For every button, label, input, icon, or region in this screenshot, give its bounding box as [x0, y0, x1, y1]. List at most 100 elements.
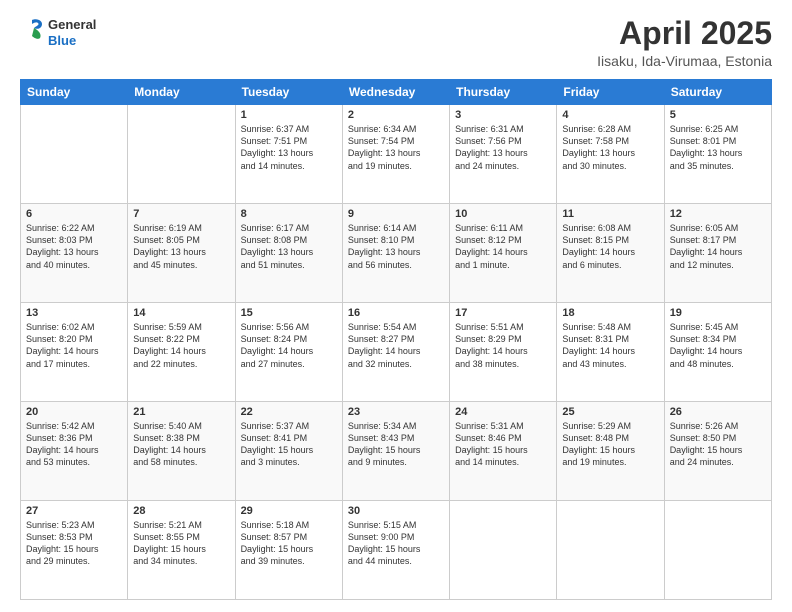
day-info: Sunrise: 5:40 AM Sunset: 8:38 PM Dayligh…	[133, 420, 229, 469]
title-area: April 2025 Iisaku, Ida-Virumaa, Estonia	[597, 16, 772, 69]
day-number: 25	[562, 406, 658, 418]
header-friday: Friday	[557, 80, 664, 105]
day-number: 21	[133, 406, 229, 418]
day-number: 16	[348, 307, 444, 319]
day-info: Sunrise: 5:48 AM Sunset: 8:31 PM Dayligh…	[562, 321, 658, 370]
day-info: Sunrise: 5:18 AM Sunset: 8:57 PM Dayligh…	[241, 519, 337, 568]
day-number: 26	[670, 406, 766, 418]
calendar-cell	[128, 105, 235, 204]
header-monday: Monday	[128, 80, 235, 105]
calendar-cell	[664, 501, 771, 600]
calendar-cell: 26 Sunrise: 5:26 AM Sunset: 8:50 PM Dayli…	[664, 402, 771, 501]
day-number: 7	[133, 208, 229, 220]
day-info: Sunrise: 5:42 AM Sunset: 8:36 PM Dayligh…	[26, 420, 122, 469]
logo-bird-icon	[20, 16, 44, 44]
calendar-cell: 20 Sunrise: 5:42 AM Sunset: 8:36 PM Dayli…	[21, 402, 128, 501]
day-number: 2	[348, 109, 444, 121]
location-subtitle: Iisaku, Ida-Virumaa, Estonia	[597, 53, 772, 69]
day-info: Sunrise: 5:26 AM Sunset: 8:50 PM Dayligh…	[670, 420, 766, 469]
header-saturday: Saturday	[664, 80, 771, 105]
day-number: 27	[26, 505, 122, 517]
calendar-cell: 7 Sunrise: 6:19 AM Sunset: 8:05 PM Daylig…	[128, 204, 235, 303]
calendar-cell: 10 Sunrise: 6:11 AM Sunset: 8:12 PM Dayli…	[450, 204, 557, 303]
calendar-cell: 21 Sunrise: 5:40 AM Sunset: 8:38 PM Dayli…	[128, 402, 235, 501]
calendar-cell: 23 Sunrise: 5:34 AM Sunset: 8:43 PM Dayli…	[342, 402, 449, 501]
calendar-cell: 5Sunrise: 6:25 AM Sunset: 8:01 PM Daylig…	[664, 105, 771, 204]
calendar-cell: 19 Sunrise: 5:45 AM Sunset: 8:34 PM Dayli…	[664, 303, 771, 402]
day-info: Sunrise: 6:22 AM Sunset: 8:03 PM Dayligh…	[26, 222, 122, 271]
calendar-week-row: 6 Sunrise: 6:22 AM Sunset: 8:03 PM Daylig…	[21, 204, 772, 303]
calendar-cell: 6 Sunrise: 6:22 AM Sunset: 8:03 PM Daylig…	[21, 204, 128, 303]
day-info: Sunrise: 5:23 AM Sunset: 8:53 PM Dayligh…	[26, 519, 122, 568]
day-number: 4	[562, 109, 658, 121]
day-number: 19	[670, 307, 766, 319]
day-info: Sunrise: 6:34 AM Sunset: 7:54 PM Dayligh…	[348, 123, 444, 172]
calendar-body: 1Sunrise: 6:37 AM Sunset: 7:51 PM Daylig…	[21, 105, 772, 600]
day-info: Sunrise: 5:29 AM Sunset: 8:48 PM Dayligh…	[562, 420, 658, 469]
calendar-cell: 27 Sunrise: 5:23 AM Sunset: 8:53 PM Dayli…	[21, 501, 128, 600]
day-number: 11	[562, 208, 658, 220]
calendar-cell: 1Sunrise: 6:37 AM Sunset: 7:51 PM Daylig…	[235, 105, 342, 204]
logo: General Blue	[20, 16, 96, 49]
calendar-cell: 14 Sunrise: 5:59 AM Sunset: 8:22 PM Dayli…	[128, 303, 235, 402]
day-number: 23	[348, 406, 444, 418]
day-info: Sunrise: 5:34 AM Sunset: 8:43 PM Dayligh…	[348, 420, 444, 469]
day-info: Sunrise: 5:37 AM Sunset: 8:41 PM Dayligh…	[241, 420, 337, 469]
calendar-cell: 13Sunrise: 6:02 AM Sunset: 8:20 PM Dayli…	[21, 303, 128, 402]
day-info: Sunrise: 5:31 AM Sunset: 8:46 PM Dayligh…	[455, 420, 551, 469]
calendar-table: Sunday Monday Tuesday Wednesday Thursday…	[20, 79, 772, 600]
day-info: Sunrise: 5:56 AM Sunset: 8:24 PM Dayligh…	[241, 321, 337, 370]
calendar-cell: 11Sunrise: 6:08 AM Sunset: 8:15 PM Dayli…	[557, 204, 664, 303]
day-info: Sunrise: 6:17 AM Sunset: 8:08 PM Dayligh…	[241, 222, 337, 271]
day-number: 30	[348, 505, 444, 517]
day-info: Sunrise: 6:28 AM Sunset: 7:58 PM Dayligh…	[562, 123, 658, 172]
day-number: 8	[241, 208, 337, 220]
logo-text-general: General	[48, 17, 96, 33]
calendar-week-row: 27 Sunrise: 5:23 AM Sunset: 8:53 PM Dayli…	[21, 501, 772, 600]
calendar-cell: 15Sunrise: 5:56 AM Sunset: 8:24 PM Dayli…	[235, 303, 342, 402]
calendar-cell: 8 Sunrise: 6:17 AM Sunset: 8:08 PM Daylig…	[235, 204, 342, 303]
day-number: 3	[455, 109, 551, 121]
calendar-cell: 22 Sunrise: 5:37 AM Sunset: 8:41 PM Dayli…	[235, 402, 342, 501]
calendar-cell: 12Sunrise: 6:05 AM Sunset: 8:17 PM Dayli…	[664, 204, 771, 303]
day-number: 24	[455, 406, 551, 418]
day-info: Sunrise: 5:45 AM Sunset: 8:34 PM Dayligh…	[670, 321, 766, 370]
day-info: Sunrise: 6:11 AM Sunset: 8:12 PM Dayligh…	[455, 222, 551, 271]
calendar-cell	[21, 105, 128, 204]
day-info: Sunrise: 6:31 AM Sunset: 7:56 PM Dayligh…	[455, 123, 551, 172]
logo-text-blue: Blue	[48, 33, 96, 49]
day-number: 1	[241, 109, 337, 121]
day-number: 22	[241, 406, 337, 418]
calendar-cell: 18Sunrise: 5:48 AM Sunset: 8:31 PM Dayli…	[557, 303, 664, 402]
day-info: Sunrise: 5:59 AM Sunset: 8:22 PM Dayligh…	[133, 321, 229, 370]
calendar-cell: 17Sunrise: 5:51 AM Sunset: 8:29 PM Dayli…	[450, 303, 557, 402]
day-info: Sunrise: 5:15 AM Sunset: 9:00 PM Dayligh…	[348, 519, 444, 568]
header-tuesday: Tuesday	[235, 80, 342, 105]
calendar-cell: 24 Sunrise: 5:31 AM Sunset: 8:46 PM Dayli…	[450, 402, 557, 501]
calendar-cell: 30 Sunrise: 5:15 AM Sunset: 9:00 PM Dayli…	[342, 501, 449, 600]
day-info: Sunrise: 5:21 AM Sunset: 8:55 PM Dayligh…	[133, 519, 229, 568]
day-number: 10	[455, 208, 551, 220]
header-thursday: Thursday	[450, 80, 557, 105]
calendar-cell: 25 Sunrise: 5:29 AM Sunset: 8:48 PM Dayli…	[557, 402, 664, 501]
day-info: Sunrise: 6:02 AM Sunset: 8:20 PM Dayligh…	[26, 321, 122, 370]
day-info: Sunrise: 6:05 AM Sunset: 8:17 PM Dayligh…	[670, 222, 766, 271]
header-sunday: Sunday	[21, 80, 128, 105]
calendar-cell: 16Sunrise: 5:54 AM Sunset: 8:27 PM Dayli…	[342, 303, 449, 402]
day-info: Sunrise: 6:19 AM Sunset: 8:05 PM Dayligh…	[133, 222, 229, 271]
weekday-header-row: Sunday Monday Tuesday Wednesday Thursday…	[21, 80, 772, 105]
calendar-week-row: 13Sunrise: 6:02 AM Sunset: 8:20 PM Dayli…	[21, 303, 772, 402]
day-number: 9	[348, 208, 444, 220]
day-info: Sunrise: 6:14 AM Sunset: 8:10 PM Dayligh…	[348, 222, 444, 271]
calendar-cell	[557, 501, 664, 600]
calendar-week-row: 1Sunrise: 6:37 AM Sunset: 7:51 PM Daylig…	[21, 105, 772, 204]
day-number: 14	[133, 307, 229, 319]
day-number: 28	[133, 505, 229, 517]
day-number: 17	[455, 307, 551, 319]
calendar-cell: 3 Sunrise: 6:31 AM Sunset: 7:56 PM Daylig…	[450, 105, 557, 204]
day-number: 5	[670, 109, 766, 121]
calendar-cell: 28 Sunrise: 5:21 AM Sunset: 8:55 PM Dayli…	[128, 501, 235, 600]
day-number: 20	[26, 406, 122, 418]
calendar-cell: 9 Sunrise: 6:14 AM Sunset: 8:10 PM Daylig…	[342, 204, 449, 303]
day-number: 6	[26, 208, 122, 220]
